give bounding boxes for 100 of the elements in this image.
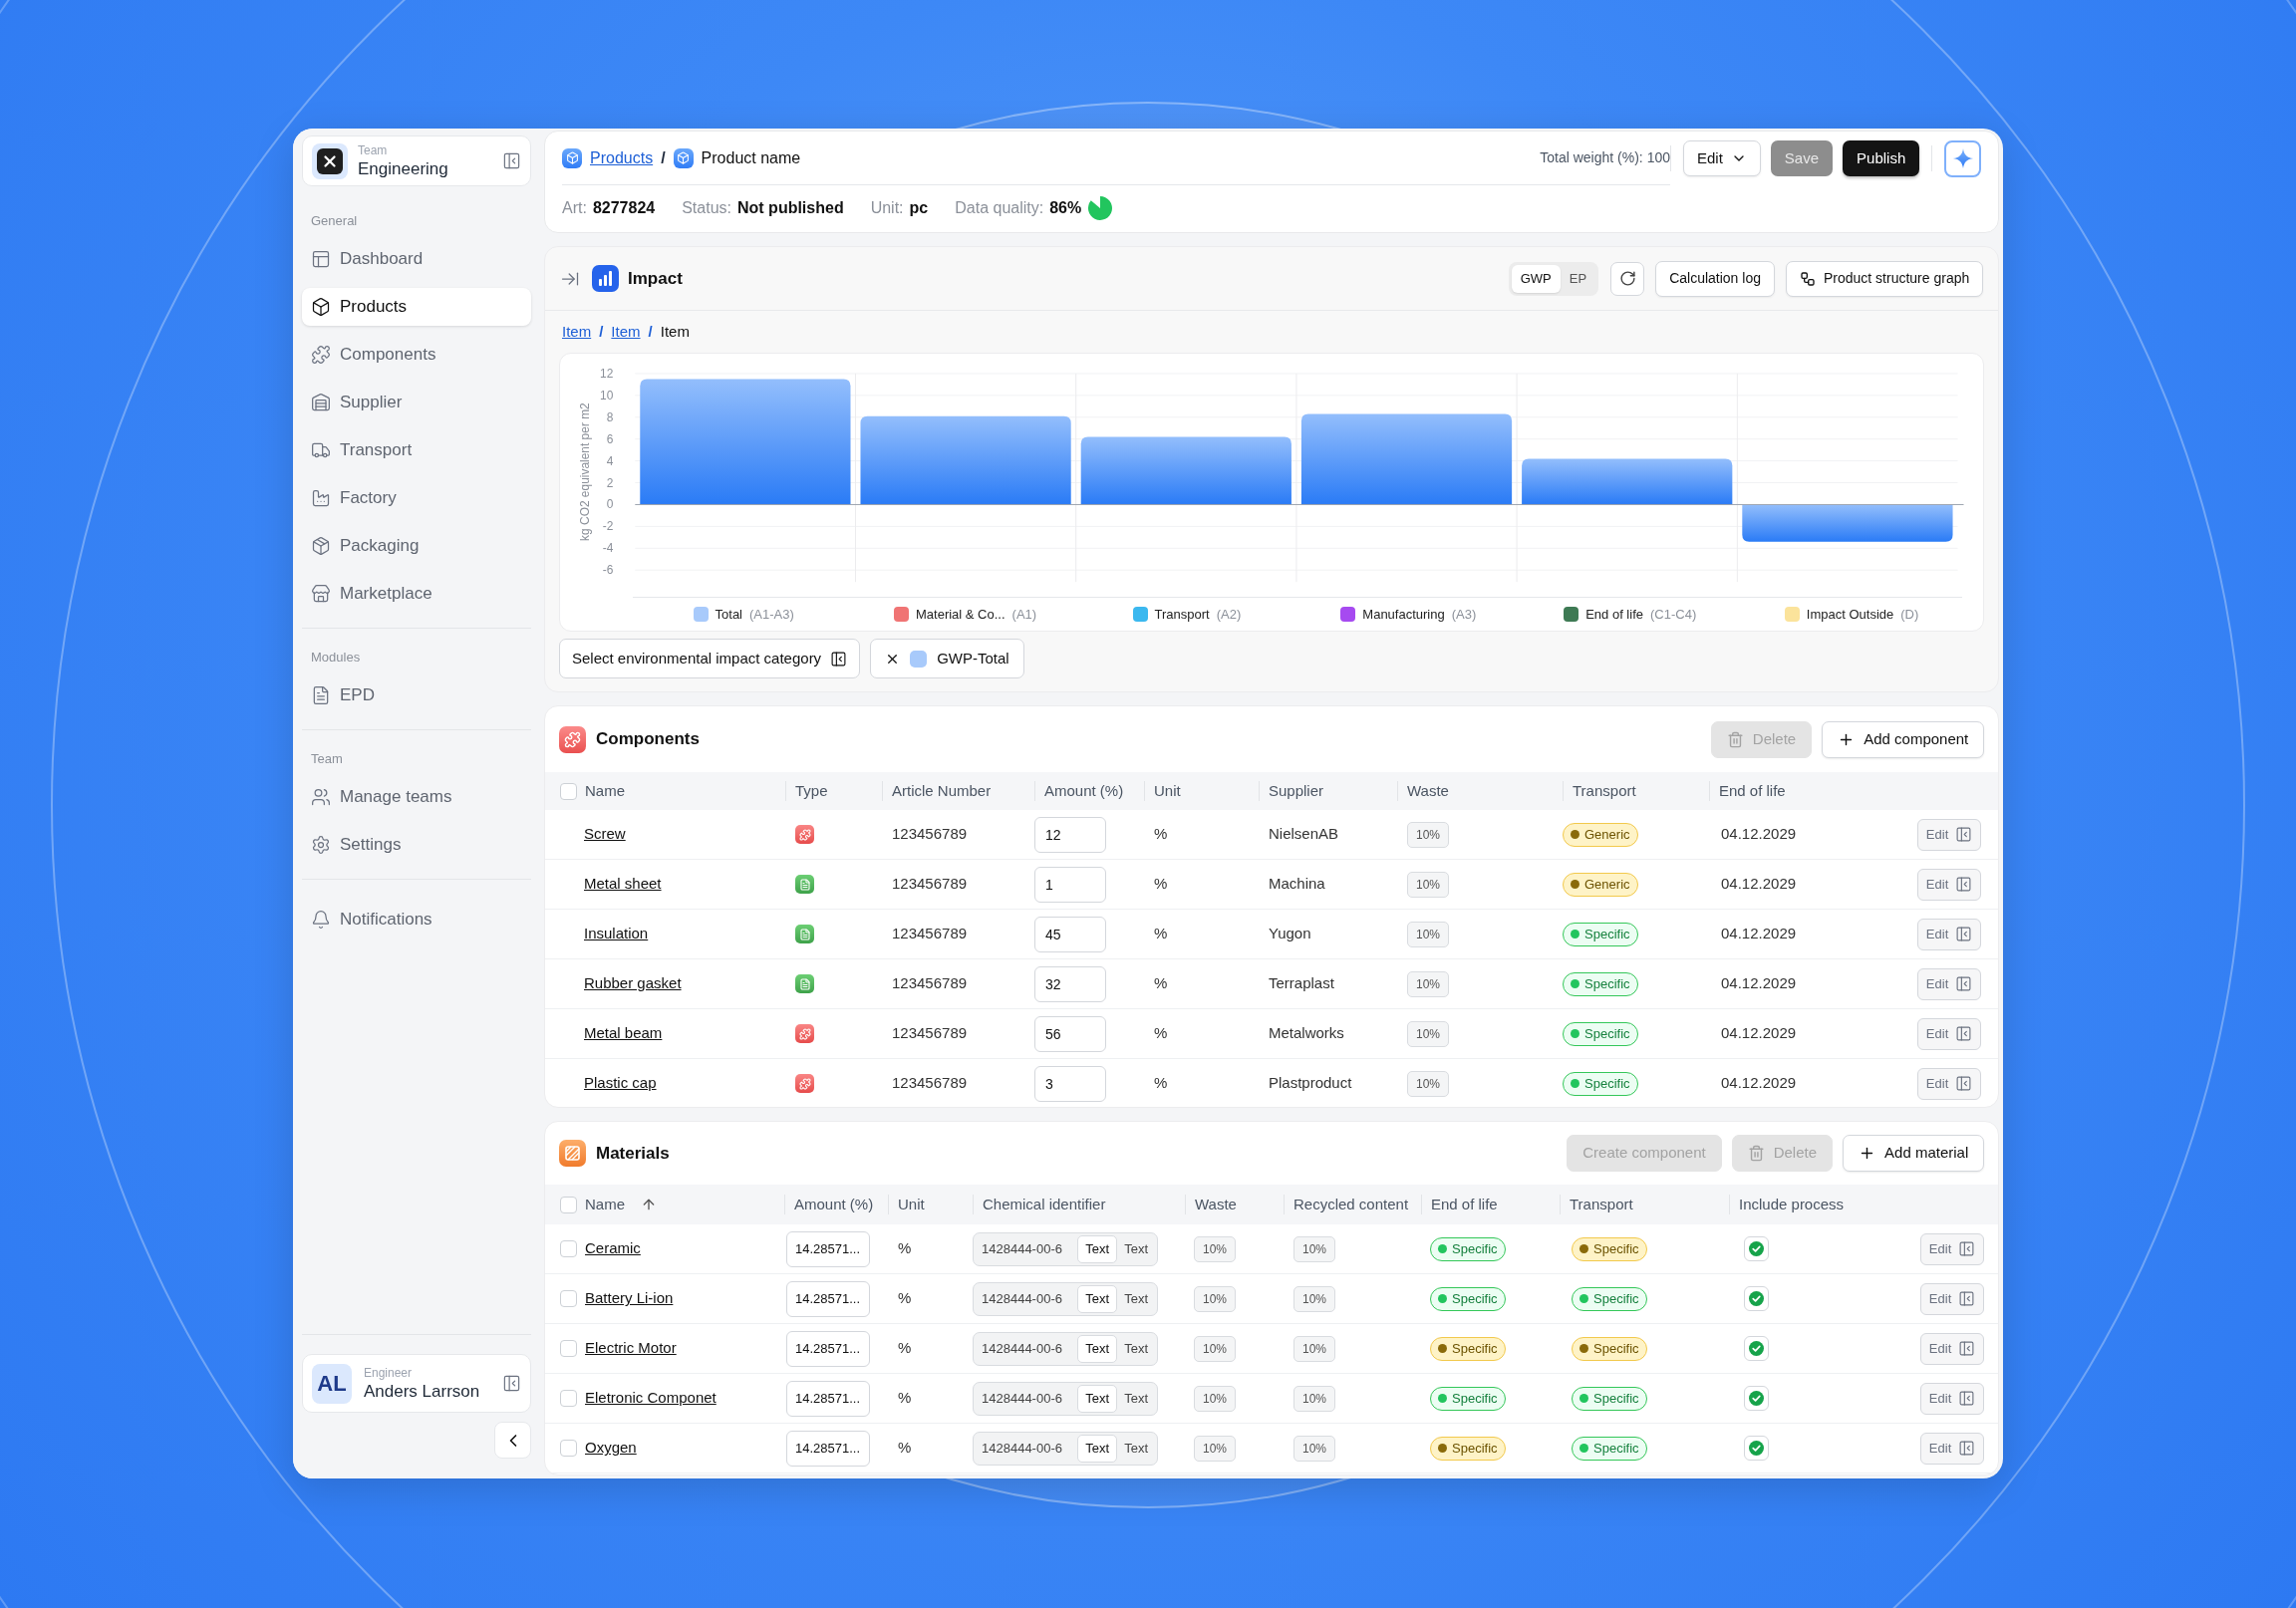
format-tab[interactable]: Text [1117,1284,1155,1313]
nav-item[interactable]: Transport [302,431,531,469]
amount-input[interactable]: 32 [1034,965,1106,1002]
article-number: 123456789 [892,1074,968,1092]
include-process-checkbox[interactable] [1744,1286,1769,1311]
breadcrumb-link[interactable]: Item [611,320,641,344]
supplier-name: Yugon [1269,925,1311,942]
format-tab[interactable]: Text [1117,1384,1155,1413]
checkbox[interactable] [560,1440,577,1457]
metric-tab[interactable]: GWP [1511,264,1561,293]
include-process-checkbox[interactable] [1744,1336,1769,1361]
y-tick-label: 4 [606,453,614,468]
breadcrumb-link[interactable]: Products [590,145,654,170]
format-tab[interactable]: Text [1117,1334,1155,1363]
nav-item[interactable]: Notifications [302,901,531,938]
nav-item[interactable]: Products [302,288,531,326]
edit-button[interactable]: Edit [1916,818,1982,851]
amount-input[interactable]: 56 [1034,1015,1106,1052]
amount-input[interactable]: 14.28571... [786,1380,870,1417]
format-tab[interactable]: Text [1117,1234,1155,1263]
edit-button[interactable]: Edit [1919,1432,1985,1465]
ai-assistant-button[interactable] [1944,139,1982,177]
edit-button[interactable]: Edit [1919,1382,1985,1415]
checkbox[interactable] [560,1240,577,1257]
side-panel-icon[interactable] [502,1374,521,1393]
team-card[interactable]: Team Engineering [302,135,531,186]
checkbox[interactable] [560,1290,577,1307]
add-button[interactable]: Add component [1822,720,1985,758]
end-of-life-date: 04.12.2029 [1721,825,1797,843]
edit-button[interactable]: Edit [1916,918,1982,950]
component-name-link[interactable]: Rubber gasket [584,974,682,992]
checkbox[interactable] [560,1390,577,1407]
publish-button[interactable]: Publish [1843,140,1920,176]
status-label: Specific [1593,1392,1639,1405]
breadcrumb-link[interactable]: Item [562,320,592,344]
amount-input[interactable]: 14.28571... [786,1330,870,1367]
checkbox[interactable] [560,1340,577,1357]
include-process-checkbox[interactable] [1744,1436,1769,1461]
component-name-link[interactable]: Insulation [584,925,649,942]
material-name-link[interactable]: Ceramic [585,1237,641,1260]
add-button[interactable]: Add material [1843,1135,1985,1172]
edit-menu-button[interactable]: Edit [1683,140,1761,176]
component-name-link[interactable]: Plastic cap [584,1074,657,1092]
material-name-link[interactable]: Oxygen [585,1437,637,1460]
sort-ascending-icon[interactable] [641,1197,657,1212]
nav-item[interactable]: Dashboard [302,240,531,278]
nav-item[interactable]: EPD [302,676,531,714]
amount-input[interactable]: 14.28571... [786,1430,870,1467]
structure-graph-button[interactable]: Product structure graph [1785,260,1984,297]
format-tab[interactable]: Text [1077,1284,1118,1313]
amount-input[interactable]: 12 [1034,816,1106,853]
component-name-link[interactable]: Screw [584,825,626,843]
amount-input[interactable]: 14.28571... [786,1230,870,1267]
side-panel-icon [1958,1390,1976,1407]
amount-input[interactable]: 1 [1034,866,1106,903]
format-tab[interactable]: Text [1117,1434,1155,1463]
edit-button[interactable]: Edit [1919,1332,1985,1365]
checkbox[interactable] [560,1196,577,1213]
nav-item[interactable]: Supplier [302,384,531,421]
material-name-link[interactable]: Electric Motor [585,1337,677,1360]
calculation-log-button[interactable]: Calculation log [1655,260,1775,297]
format-tab[interactable]: Text [1077,1234,1118,1263]
format-tab[interactable]: Text [1077,1384,1118,1413]
nav-item[interactable]: Marketplace [302,575,531,613]
refresh-button[interactable] [1610,261,1645,296]
edit-button[interactable]: Edit [1916,1067,1982,1100]
edit-button[interactable]: Edit [1916,868,1982,901]
filter-chip[interactable]: GWP-Total [870,639,1024,678]
section-title: Materials [596,1142,670,1165]
meta-label: Status: [682,198,731,218]
format-tab[interactable]: Text [1077,1434,1118,1463]
waste-chip: 10% [1407,821,1449,848]
recycled-content-chip: 10% [1293,1285,1335,1312]
component-name-link[interactable]: Metal sheet [584,875,662,893]
collapse-sidebar-icon[interactable] [502,151,521,170]
nav-item[interactable]: Manage teams [302,778,531,816]
include-process-checkbox[interactable] [1744,1236,1769,1261]
edit-button[interactable]: Edit [1916,1017,1982,1050]
nav-item[interactable]: Packaging [302,527,531,565]
nav-item[interactable]: Settings [302,826,531,864]
amount-input[interactable]: 3 [1034,1065,1106,1102]
user-card[interactable]: AL Engineer Anders Larrson [302,1354,531,1413]
include-process-checkbox[interactable] [1744,1386,1769,1411]
edit-button[interactable]: Edit [1919,1232,1985,1265]
amount-input[interactable]: 14.28571... [786,1280,870,1317]
nav-item[interactable]: Components [302,336,531,374]
checkbox[interactable] [560,782,577,800]
format-tab[interactable]: Text [1077,1334,1118,1363]
amount-input[interactable]: 45 [1034,916,1106,952]
waste-chip: 10% [1194,1385,1236,1412]
edit-button[interactable]: Edit [1919,1282,1985,1315]
component-name-link[interactable]: Metal beam [584,1024,663,1042]
edit-button[interactable]: Edit [1916,967,1982,1000]
legend-code: (D) [1900,605,1919,624]
material-name-link[interactable]: Battery Li-ion [585,1287,674,1310]
metric-tab[interactable]: EP [1560,264,1596,293]
category-select-button[interactable]: Select environmental impact category [559,639,861,678]
column-header: Name [585,1194,625,1214]
nav-item[interactable]: Factory [302,479,531,517]
material-name-link[interactable]: Eletronic Componet [585,1387,717,1410]
